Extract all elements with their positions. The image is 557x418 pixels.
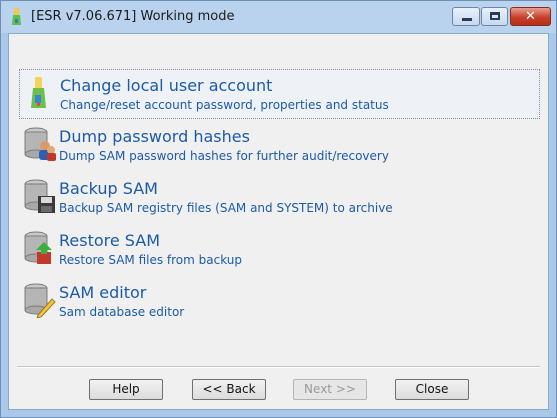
minimize-icon xyxy=(462,18,472,21)
menu-item-description: Backup SAM registry files (SAM and SYSTE… xyxy=(59,201,393,215)
user-account-icon xyxy=(31,77,46,108)
menu-item-title: SAM editor xyxy=(59,283,147,302)
menu-item-title: Dump password hashes xyxy=(59,127,250,146)
menu-item-backup-sam[interactable]: Backup SAM Backup SAM registry files (SA… xyxy=(19,173,540,223)
minimize-button[interactable] xyxy=(452,7,480,26)
app-window: [ESR v7.06.671] Working mode ✕ Change lo… xyxy=(0,0,557,418)
next-button[interactable]: Next >> xyxy=(293,379,367,400)
menu-item-sam-editor[interactable]: SAM editor Sam database editor xyxy=(19,277,540,327)
database-edit-icon xyxy=(24,283,56,318)
divider xyxy=(17,366,540,368)
maximize-icon xyxy=(490,12,500,20)
client-area: Change local user account Change/reset a… xyxy=(8,33,549,410)
menu-item-change-local-user-account[interactable]: Change local user account Change/reset a… xyxy=(19,69,540,119)
menu-item-description: Sam database editor xyxy=(59,305,185,319)
close-window-button[interactable]: ✕ xyxy=(510,7,551,26)
database-restore-icon xyxy=(24,231,52,264)
menu-item-title: Restore SAM xyxy=(59,231,160,250)
title-bar[interactable]: [ESR v7.06.671] Working mode ✕ xyxy=(1,1,556,33)
menu-item-description: Dump SAM password hashes for further aud… xyxy=(59,149,389,163)
menu-item-dump-password-hashes[interactable]: Dump password hashes Dump SAM password h… xyxy=(19,121,540,171)
menu-item-description: Restore SAM files from backup xyxy=(59,253,243,267)
database-users-icon xyxy=(24,127,56,161)
menu-item-title: Change local user account xyxy=(60,76,273,95)
close-icon: ✕ xyxy=(525,9,536,24)
menu-item-description: Change/reset account password, propertie… xyxy=(60,98,389,112)
app-icon xyxy=(12,8,21,25)
menu-item-title: Backup SAM xyxy=(59,179,158,198)
close-button[interactable]: Close xyxy=(395,379,469,400)
window-title: [ESR v7.06.671] Working mode xyxy=(31,9,235,24)
menu-item-restore-sam[interactable]: Restore SAM Restore SAM files from backu… xyxy=(19,225,540,275)
help-button[interactable]: Help xyxy=(89,379,163,400)
database-floppy-icon xyxy=(24,179,55,213)
back-button[interactable]: << Back xyxy=(192,379,266,400)
maximize-button[interactable] xyxy=(481,7,508,26)
